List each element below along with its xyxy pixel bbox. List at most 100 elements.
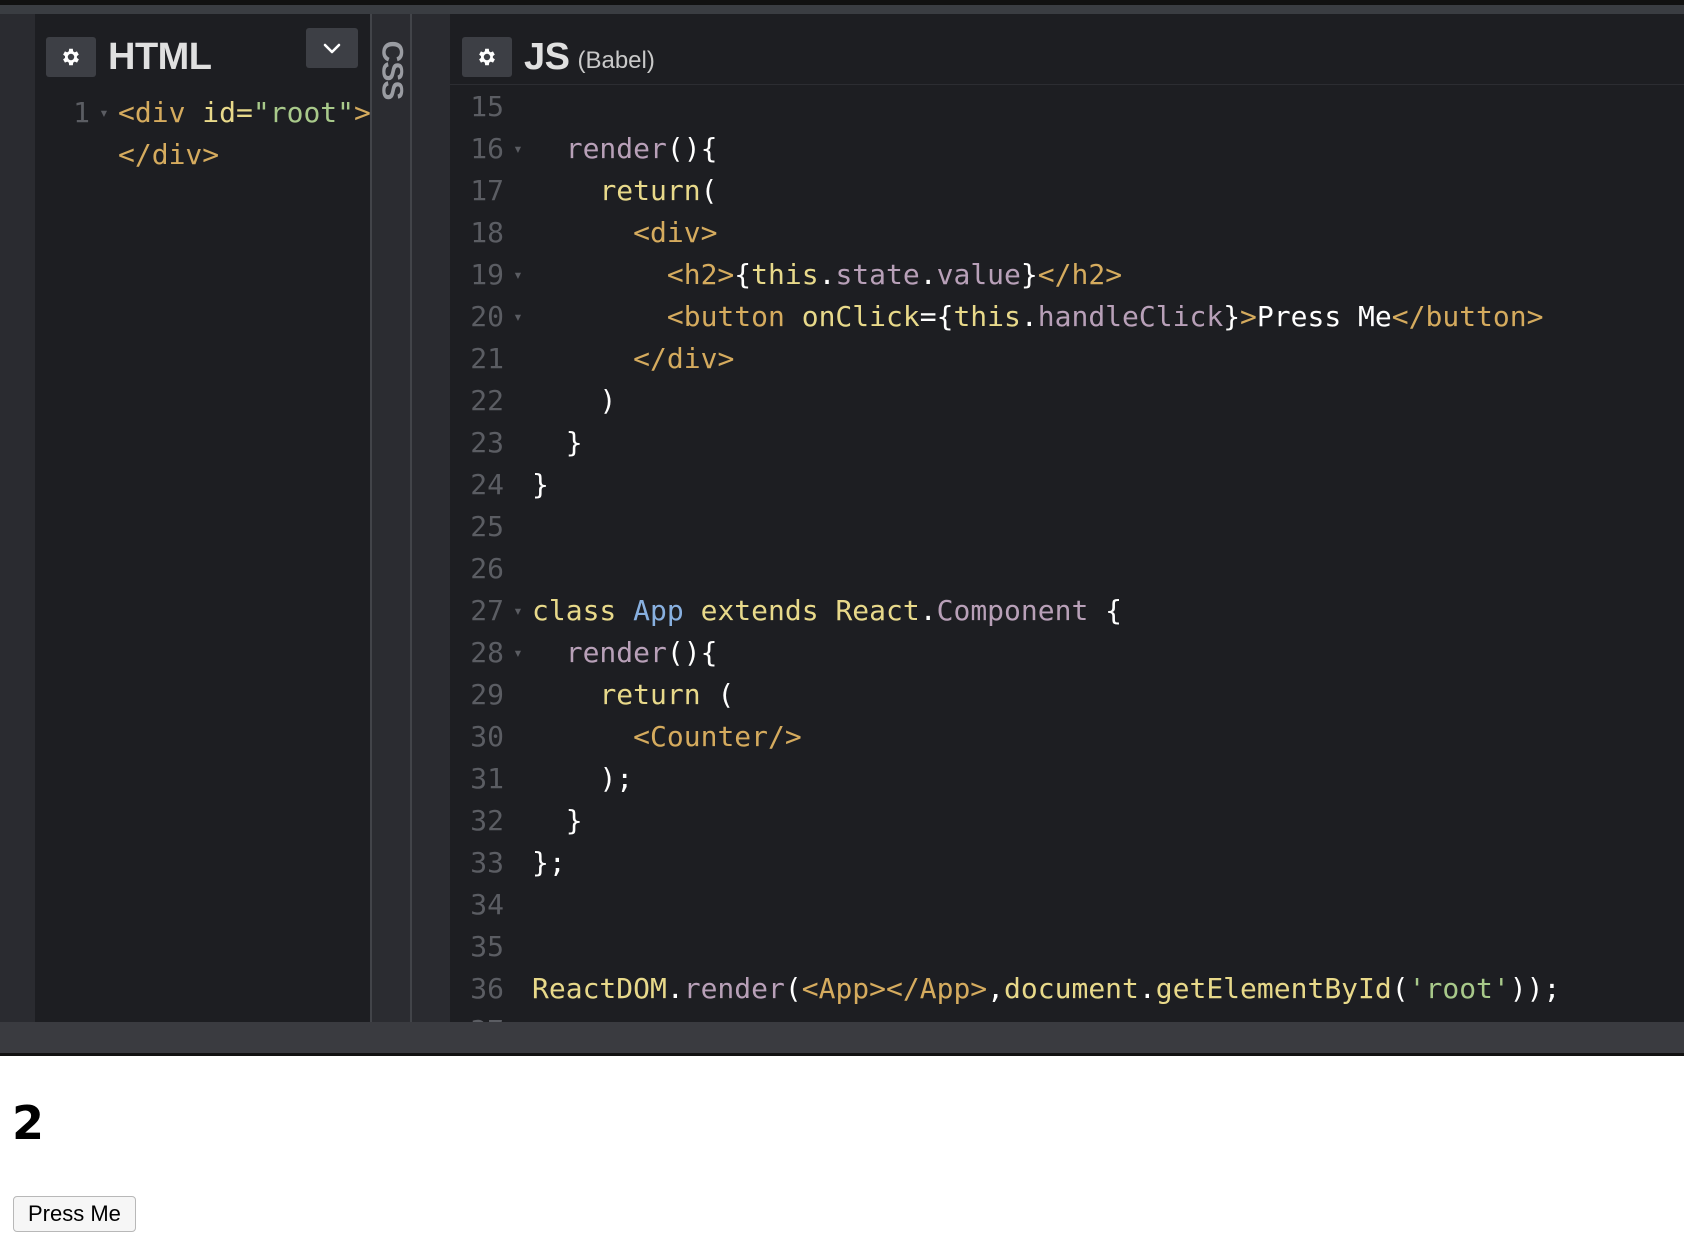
line-number: 23 — [470, 426, 504, 459]
code-token: ={ — [919, 300, 954, 333]
code-token: . — [919, 258, 937, 291]
code-line[interactable]: 30 <Counter/> — [446, 716, 1560, 758]
code-token: </h2> — [1037, 258, 1123, 291]
code-text: <button onClick={this.handleClick}>Press… — [532, 296, 1544, 338]
code-line[interactable]: 24} — [446, 464, 1560, 506]
js-settings-button[interactable] — [462, 37, 512, 77]
code-token: this — [751, 258, 819, 291]
code-line[interactable]: 23 } — [446, 422, 1560, 464]
html-code-editor[interactable]: 1 ▾ <div id="root"> </div> — [32, 92, 371, 176]
fold-arrow-icon[interactable]: ▾ — [504, 254, 532, 296]
fold-arrow-icon[interactable]: ▾ — [504, 590, 532, 632]
line-number: 19 — [470, 258, 504, 291]
code-line[interactable]: 22 ) — [446, 380, 1560, 422]
code-token: } — [1020, 258, 1038, 291]
fold-arrow-icon[interactable]: ▾ — [504, 128, 532, 170]
code-text: }; — [532, 842, 566, 884]
line-number: 25 — [470, 510, 504, 543]
line-number: 24 — [470, 468, 504, 501]
code-token: this — [953, 300, 1021, 333]
code-token: ) — [599, 384, 617, 417]
code-line[interactable]: 28 ▾ render(){ — [446, 632, 1560, 674]
code-token: </div> — [633, 342, 735, 375]
code-token: ( — [784, 972, 802, 1005]
code-line[interactable]: 35 — [446, 926, 1560, 968]
fold-arrow-icon[interactable]: ▾ — [504, 296, 532, 338]
code-token: )); — [1509, 972, 1561, 1005]
code-text: ) — [532, 380, 616, 422]
code-line[interactable]: 25 — [446, 506, 1560, 548]
press-me-button[interactable]: Press Me — [13, 1196, 136, 1232]
code-text: ); — [532, 758, 633, 800]
code-line[interactable]: 36 ReactDOM.render(<App></App>,document.g… — [446, 968, 1560, 1010]
code-line[interactable]: 19 ▾ <h2>{this.state.value}</h2> — [446, 254, 1560, 296]
code-line[interactable]: 33}; — [446, 842, 1560, 884]
line-number: 33 — [470, 846, 504, 879]
js-editor-panel: JS (Babel) 15 16 ▾ render(){17 return(18 <… — [450, 14, 1684, 1022]
code-token: handleClick — [1037, 300, 1224, 333]
code-line[interactable]: 32 } — [446, 800, 1560, 842]
code-token: onClick — [801, 300, 920, 333]
code-token: ( — [700, 174, 718, 207]
css-editor-panel-collapsed[interactable]: CSS — [370, 14, 412, 1022]
code-text: <div id="root"> — [118, 92, 371, 134]
fold-arrow-icon[interactable]: ▾ — [504, 632, 532, 674]
code-line[interactable]: 31 ); — [446, 758, 1560, 800]
code-text: } — [532, 800, 583, 842]
result-resize-bar[interactable] — [0, 1022, 1684, 1056]
line-number: 31 — [470, 762, 504, 795]
code-token: }; — [532, 846, 566, 879]
code-line[interactable]: 17 return( — [446, 170, 1560, 212]
line-number: 15 — [470, 90, 504, 123]
html-editor-panel: HTML 1 ▾ <div id="root"> </div> — [0, 14, 371, 1022]
code-line[interactable]: 27 ▾ class App extends React.Component { — [446, 590, 1560, 632]
js-panel-divider[interactable] — [412, 14, 450, 1022]
code-token: render — [565, 132, 667, 165]
code-token: Press Me — [1256, 300, 1392, 333]
html-collapse-button[interactable] — [306, 28, 358, 68]
code-line[interactable]: 1 ▾ <div id="root"> — [32, 92, 371, 134]
chevron-down-icon — [323, 43, 341, 54]
code-line[interactable]: 20 ▾ <button onClick={this.handleClick}>P… — [446, 296, 1560, 338]
code-line[interactable]: 16 ▾ render(){ — [446, 128, 1560, 170]
html-gutter — [0, 14, 35, 1022]
code-token: . — [1138, 972, 1156, 1005]
css-panel-tab[interactable]: CSS — [374, 30, 408, 110]
html-settings-button[interactable] — [46, 37, 96, 77]
code-line[interactable]: 37 — [446, 1010, 1560, 1022]
line-number: 18 — [470, 216, 504, 249]
code-text: <div> — [532, 212, 717, 254]
fold-arrow-icon[interactable]: ▾ — [90, 92, 118, 134]
code-line[interactable]: 21 </div> — [446, 338, 1560, 380]
code-token: ( — [1391, 972, 1409, 1005]
code-text: render(){ — [532, 128, 718, 170]
code-token: . — [666, 972, 684, 1005]
code-line[interactable]: 26 — [446, 548, 1560, 590]
code-line[interactable]: 34 — [446, 884, 1560, 926]
code-line[interactable]: 29 return ( — [446, 674, 1560, 716]
line-number: 17 — [470, 174, 504, 207]
line-number: 34 — [470, 888, 504, 921]
line-number: 35 — [470, 930, 504, 963]
js-code-editor[interactable]: 15 16 ▾ render(){17 return(18 <div> 19 ▾ <h2… — [446, 86, 1560, 1022]
code-line[interactable]: 15 — [446, 86, 1560, 128]
code-line[interactable]: </div> — [32, 134, 371, 176]
code-line[interactable]: 18 <div> — [446, 212, 1560, 254]
line-number: 36 — [470, 972, 504, 1005]
gear-icon — [63, 48, 79, 66]
code-token: . — [1020, 300, 1038, 333]
